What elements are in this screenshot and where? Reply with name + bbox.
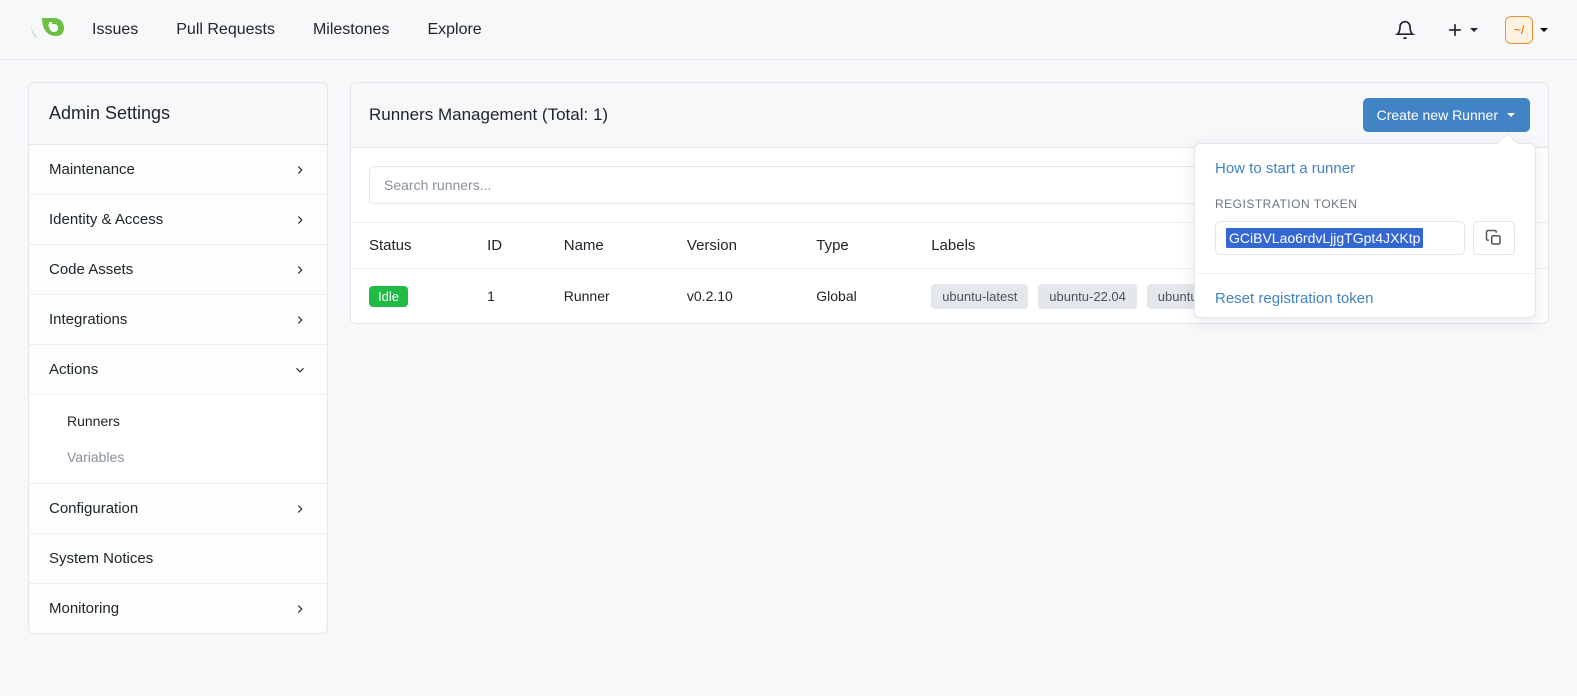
label-chip: ubuntu-latest: [931, 284, 1028, 309]
chevron-right-icon: [293, 502, 307, 516]
sidebar-item-label: System Notices: [49, 550, 153, 567]
chevron-right-icon: [293, 263, 307, 277]
avatar: ~/: [1505, 16, 1533, 44]
token-section: REGISTRATION TOKEN GCiBVLao6rdvLjjgTGpt4…: [1195, 187, 1535, 274]
reset-token-link[interactable]: Reset registration token: [1195, 274, 1535, 317]
admin-sidebar: Admin Settings Maintenance Identity & Ac…: [28, 82, 328, 634]
notifications-button[interactable]: [1391, 16, 1419, 44]
col-type: Type: [798, 223, 913, 269]
user-menu-button[interactable]: ~/: [1505, 16, 1549, 44]
sidebar-title: Admin Settings: [29, 83, 327, 145]
cell-version: v0.2.10: [669, 269, 798, 324]
chevron-right-icon: [293, 163, 307, 177]
nav-links: Issues Pull Requests Milestones Explore: [92, 21, 482, 39]
sidebar-item-code-assets[interactable]: Code Assets: [29, 245, 327, 295]
sidebar-item-integrations[interactable]: Integrations: [29, 295, 327, 345]
sidebar-item-label: Code Assets: [49, 261, 133, 278]
sidebar-item-label: Maintenance: [49, 161, 135, 178]
col-name: Name: [546, 223, 669, 269]
chevron-right-icon: [293, 213, 307, 227]
cell-name: Runner: [546, 269, 669, 324]
sidebar-item-identity-access[interactable]: Identity & Access: [29, 195, 327, 245]
panel-header: Runners Management (Total: 1) Create new…: [351, 83, 1548, 148]
col-id: ID: [469, 223, 546, 269]
sidebar-item-label: Integrations: [49, 311, 127, 328]
caret-down-icon: [1469, 25, 1479, 35]
nav-milestones[interactable]: Milestones: [313, 21, 389, 39]
sidebar-sub-runners[interactable]: Runners: [29, 403, 327, 439]
col-status: Status: [351, 223, 469, 269]
token-label: REGISTRATION TOKEN: [1215, 197, 1515, 211]
label-chip: ubuntu-22.04: [1038, 284, 1137, 309]
create-menu-button[interactable]: [1441, 16, 1483, 44]
status-badge: Idle: [369, 286, 408, 307]
create-runner-label: Create new Runner: [1377, 107, 1498, 123]
nav-right: ~/: [1391, 16, 1549, 44]
plus-icon: [1445, 20, 1465, 40]
cell-type: Global: [798, 269, 913, 324]
sidebar-item-label: Monitoring: [49, 600, 119, 617]
sidebar-item-label: Configuration: [49, 500, 138, 517]
nav-explore[interactable]: Explore: [427, 21, 481, 39]
copy-token-button[interactable]: [1473, 221, 1515, 255]
token-value: GCiBVLao6rdvLjjgTGpt4JXKtp: [1226, 228, 1423, 248]
bell-icon: [1395, 20, 1415, 40]
sidebar-item-system-notices[interactable]: System Notices: [29, 534, 327, 584]
col-version: Version: [669, 223, 798, 269]
sidebar-item-label: Actions: [49, 361, 98, 378]
chevron-right-icon: [293, 313, 307, 327]
copy-icon: [1485, 229, 1503, 247]
chevron-down-icon: [293, 363, 307, 377]
top-nav: Issues Pull Requests Milestones Explore …: [0, 0, 1577, 60]
nav-issues[interactable]: Issues: [92, 21, 138, 39]
sidebar-sub-actions: Runners Variables: [29, 395, 327, 484]
caret-down-icon: [1506, 110, 1516, 120]
logo[interactable]: [28, 16, 64, 44]
sidebar-item-monitoring[interactable]: Monitoring: [29, 584, 327, 633]
cell-id: 1: [469, 269, 546, 324]
runners-panel: Runners Management (Total: 1) Create new…: [350, 82, 1549, 324]
caret-down-icon: [1539, 25, 1549, 35]
how-to-start-link[interactable]: How to start a runner: [1195, 144, 1535, 187]
sidebar-item-maintenance[interactable]: Maintenance: [29, 145, 327, 195]
page-title: Runners Management (Total: 1): [369, 105, 608, 125]
sidebar-item-actions[interactable]: Actions: [29, 345, 327, 395]
chevron-right-icon: [293, 602, 307, 616]
nav-pull-requests[interactable]: Pull Requests: [176, 21, 275, 39]
token-input[interactable]: GCiBVLao6rdvLjjgTGpt4JXKtp: [1215, 221, 1465, 255]
sidebar-item-label: Identity & Access: [49, 211, 163, 228]
create-runner-button[interactable]: Create new Runner: [1363, 98, 1530, 132]
create-runner-popover: How to start a runner REGISTRATION TOKEN…: [1194, 143, 1536, 318]
sidebar-sub-variables[interactable]: Variables: [29, 439, 327, 475]
sidebar-item-configuration[interactable]: Configuration: [29, 484, 327, 534]
main-layout: Admin Settings Maintenance Identity & Ac…: [0, 60, 1577, 656]
gitea-logo-icon: [28, 16, 64, 44]
